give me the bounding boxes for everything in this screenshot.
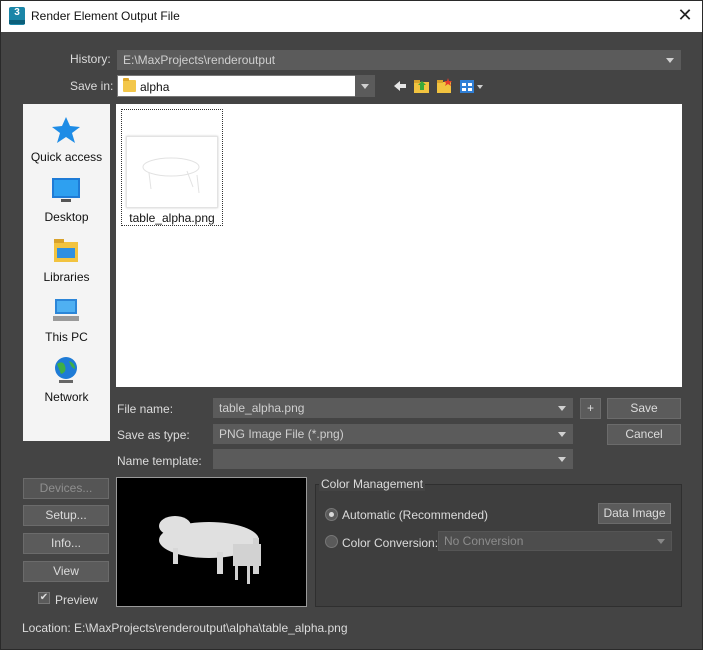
render-element-output-dialog: 3 Render Element Output File ✕ History: … (0, 0, 703, 650)
history-value: E:\MaxProjects\renderoutput (123, 53, 276, 67)
color-conversion-value: No Conversion (444, 534, 524, 548)
table-thumbnail-image (142, 157, 200, 194)
place-label: Network (44, 390, 89, 404)
window-title: Render Element Output File (31, 9, 180, 23)
file-name-input[interactable]: table_alpha.png (213, 398, 573, 418)
file-thumbnail (126, 136, 218, 208)
color-management-title: Color Management (319, 477, 426, 491)
table-alpha-preview (159, 516, 261, 584)
preview-label: Preview (55, 593, 98, 607)
folder-icon (123, 78, 136, 92)
cancel-button[interactable]: Cancel (607, 424, 681, 445)
chevron-down-icon (558, 457, 566, 462)
place-quick-access[interactable]: Quick access (23, 112, 110, 170)
color-conversion-radio[interactable] (325, 535, 338, 548)
chevron-down-icon (657, 539, 665, 544)
title-bar: 3 Render Element Output File ✕ (1, 1, 702, 32)
chevron-down-icon (558, 432, 566, 437)
places-bar: Quick access Desktop Libraries This PC N… (23, 104, 110, 441)
save-in-value: alpha (140, 80, 170, 94)
save-as-type-dropdown[interactable]: PNG Image File (*.png) (213, 424, 573, 444)
desktop-icon (52, 178, 80, 202)
new-folder-icon[interactable] (436, 77, 454, 95)
close-icon[interactable]: ✕ (672, 4, 698, 28)
save-in-dropdown[interactable]: alpha (117, 75, 375, 97)
network-icon (55, 357, 77, 383)
info-button[interactable]: Info... (23, 533, 109, 554)
file-name-label: File name: (117, 402, 174, 416)
save-button[interactable]: Save (607, 398, 681, 419)
place-this-pc[interactable]: This PC (23, 292, 110, 350)
name-template-label: Name template: (117, 454, 202, 468)
save-in-dropdown-button[interactable] (355, 75, 375, 97)
back-arrow-icon[interactable] (391, 77, 409, 95)
place-label: Quick access (30, 150, 103, 164)
place-desktop[interactable]: Desktop (23, 172, 110, 230)
save-in-label: Save in: (70, 79, 114, 93)
devices-button[interactable]: Devices... (23, 478, 109, 499)
automatic-radio[interactable] (325, 508, 338, 521)
quick-access-star-icon (52, 117, 80, 143)
file-name: table_alpha.png (129, 211, 215, 225)
add-file-button[interactable]: + (580, 398, 601, 419)
color-conversion-label: Color Conversion: (342, 536, 439, 550)
up-folder-icon[interactable] (413, 77, 431, 95)
location-value: E:\MaxProjects\renderoutput\alpha\table_… (74, 621, 348, 635)
chevron-down-icon (361, 84, 369, 89)
app-icon: 3 (9, 7, 25, 25)
chevron-down-icon (558, 406, 566, 411)
place-label: Libraries (43, 270, 90, 284)
place-label: This PC (45, 330, 88, 344)
file-item[interactable]: table_alpha.png (121, 109, 223, 226)
name-template-dropdown[interactable] (213, 449, 573, 469)
data-image-button[interactable]: Data Image (598, 503, 671, 524)
view-button[interactable]: View (23, 561, 109, 582)
setup-button[interactable]: Setup... (23, 505, 109, 526)
save-as-type-label: Save as type: (117, 428, 190, 442)
preview-checkbox[interactable]: ✔ (38, 592, 50, 604)
chevron-down-icon (666, 58, 674, 63)
this-pc-icon (53, 299, 79, 321)
location-label: Location: (22, 621, 71, 635)
libraries-icon (54, 239, 78, 262)
color-conversion-dropdown[interactable]: No Conversion (438, 531, 672, 551)
preview-image (116, 477, 307, 607)
history-dropdown[interactable]: E:\MaxProjects\renderoutput (117, 50, 681, 70)
place-label: Desktop (44, 210, 89, 224)
file-name-value: table_alpha.png (219, 401, 305, 415)
place-libraries[interactable]: Libraries (23, 232, 110, 290)
view-menu-icon[interactable] (459, 77, 485, 95)
history-label: History: (70, 52, 111, 66)
save-as-type-value: PNG Image File (*.png) (219, 427, 344, 441)
place-network[interactable]: Network (23, 352, 110, 410)
file-list[interactable]: table_alpha.png (116, 104, 682, 387)
automatic-label: Automatic (Recommended) (342, 508, 489, 522)
